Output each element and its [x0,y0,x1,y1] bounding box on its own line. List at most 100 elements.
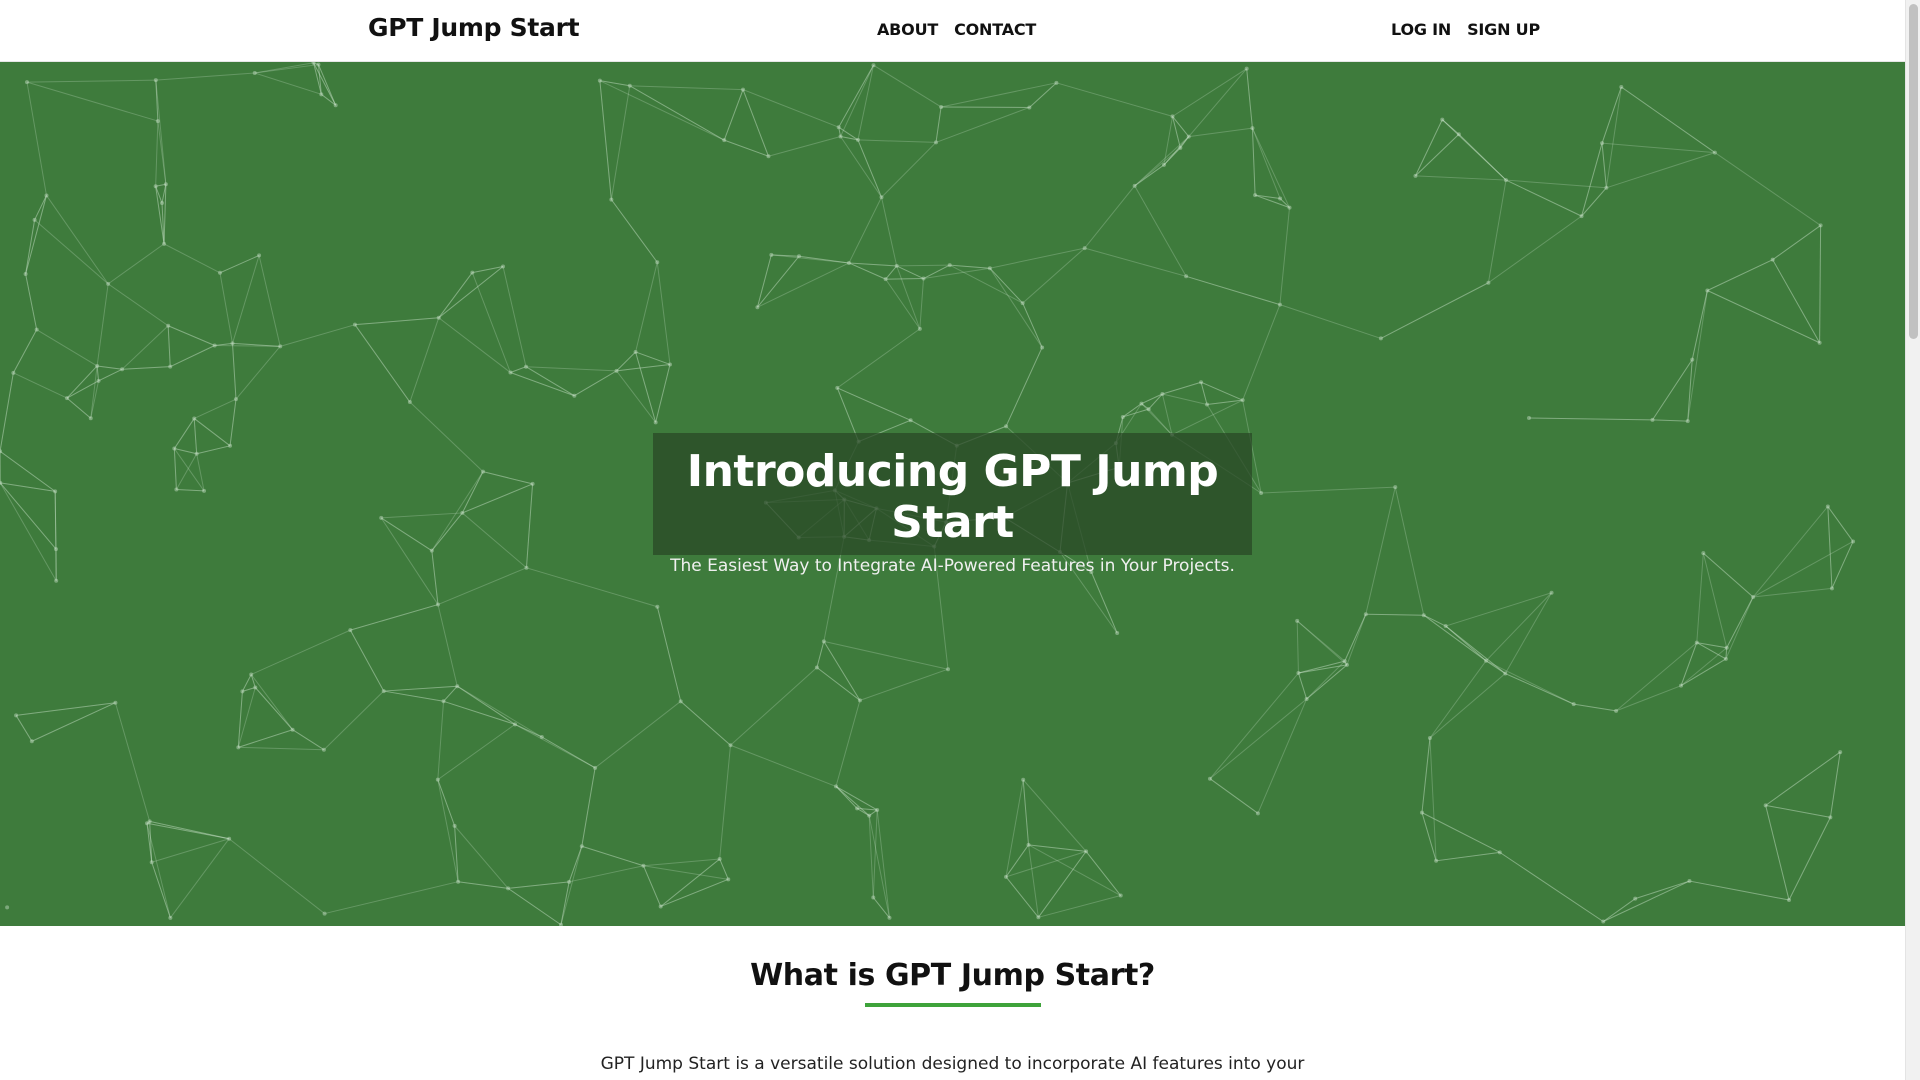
mesh-node [506,886,511,891]
mesh-line [1707,259,1773,291]
mesh-node [120,367,125,372]
mesh-node [1040,345,1045,350]
mesh-line [0,450,56,492]
mesh-node [174,487,179,492]
mesh-node [933,140,938,145]
mesh-node [192,416,197,421]
mesh-node [593,765,598,770]
mesh-node [1687,879,1692,884]
mesh-line [1188,127,1253,138]
mesh-line [456,685,543,738]
mesh-node [855,137,860,142]
nav-contact-link[interactable]: CONTACT [954,20,1036,39]
mesh-node [1120,414,1125,419]
mesh-line [1528,417,1653,421]
mesh-node [1504,178,1509,183]
mesh-line [723,89,744,141]
mesh-line [1421,812,1501,853]
mesh-node [1161,162,1166,167]
mesh-line [98,368,123,382]
mesh-node [1082,246,1087,251]
mesh-line [1635,880,1690,900]
scrollbar-thumb[interactable] [1909,4,1918,339]
mesh-node [452,823,457,828]
mesh-line [381,512,463,519]
mesh-line [228,838,325,914]
mesh-line [730,667,818,746]
mesh-line [1441,119,1460,135]
mesh-node [726,877,731,882]
brand-logo-link[interactable]: GPT Jump Start [368,13,580,42]
mesh-line [919,278,925,329]
mesh-line [757,262,850,308]
nav-about-link[interactable]: ABOUT [877,20,938,39]
mesh-line [482,471,533,485]
mesh-line [560,846,583,925]
mesh-node [501,264,506,269]
mesh-line [219,272,233,344]
mesh-line [1772,225,1821,261]
mesh-line [1765,804,1831,818]
mesh-line [1022,247,1086,304]
mesh-line [835,786,858,809]
mesh-line [462,512,527,569]
mesh-line [1209,698,1307,780]
mesh-line [823,640,949,670]
mesh-line [1829,752,1841,818]
mesh-node [1342,659,1347,664]
mesh-node [508,370,513,375]
mesh-line [1752,541,1854,598]
mesh-line [599,80,725,141]
mesh-line [629,85,744,91]
signup-link[interactable]: SIGN UP [1467,20,1540,39]
mesh-node [230,341,235,346]
mesh-node [202,488,207,493]
mesh-line [1148,393,1163,410]
mesh-node [641,863,646,868]
mesh-line [107,283,169,327]
about-section-text: GPT Jump Start is a versatile solution d… [600,1054,1305,1074]
vertical-scrollbar[interactable] [1905,0,1920,1080]
mesh-node [1160,391,1165,396]
mesh-line [1394,487,1425,616]
mesh-line [616,370,657,423]
mesh-line [1251,128,1256,196]
mesh-node [572,393,577,398]
mesh-line [1726,596,1754,648]
mesh-line [1445,625,1487,662]
mesh-line [1687,359,1693,422]
mesh-line [1022,302,1043,348]
mesh-node [240,689,245,694]
page: GPT Jump Start ABOUT CONTACT LOG IN SIGN… [0,0,1905,1080]
mesh-node [1486,280,1491,285]
mesh-line [409,317,440,403]
mesh-line [443,700,516,725]
mesh-line [835,785,878,811]
mesh-line [525,366,617,372]
mesh-node [1296,671,1301,676]
mesh-line [1365,613,1424,616]
mesh-line [1421,737,1431,813]
mesh-node [95,363,100,368]
mesh-node [1694,640,1699,645]
mesh-line [1488,215,1582,284]
mesh-line [461,471,484,514]
mesh-node [796,254,801,259]
mesh-line [1573,703,1617,712]
mesh-node [1295,618,1300,623]
mesh-node [470,270,475,275]
mesh-node [53,489,58,494]
mesh-node [1817,340,1822,345]
mesh-line [881,142,937,198]
mesh-node [32,217,37,222]
login-link[interactable]: LOG IN [1391,20,1451,39]
mesh-node [1604,185,1609,190]
mesh-node [1712,150,1717,155]
mesh-node [945,667,950,672]
mesh-line [526,567,658,608]
mesh-line [250,674,293,731]
mesh-line [848,262,897,267]
mesh-node [871,895,876,900]
mesh-line [742,89,839,128]
mesh-line [1752,506,1829,598]
